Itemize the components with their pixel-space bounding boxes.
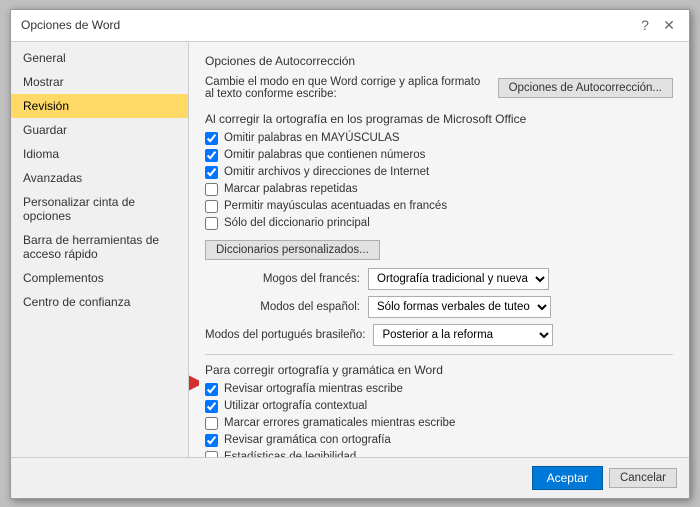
checkbox-revisar_ortografia[interactable] xyxy=(205,383,218,396)
modos-label-1: Modos del español: xyxy=(205,301,360,313)
checkbox-label-permitir_mayusculas: Permitir mayúsculas acentuadas en francé… xyxy=(224,200,447,212)
checkbox-row-revisar_ortografia: Revisar ortografía mientras escribe xyxy=(205,383,673,396)
checkbox-row-marcar_errores: Marcar errores gramaticales mientras esc… xyxy=(205,417,673,430)
checkbox-row-revisar_gramatica: Revisar gramática con ortografía xyxy=(205,434,673,447)
modos-row-1: Modos del español: Sólo formas verbales d… xyxy=(205,296,673,318)
sidebar: GeneralMostrarRevisiónGuardarIdiomaAvanz… xyxy=(11,42,189,457)
checkbox-omitir_mayusculas[interactable] xyxy=(205,132,218,145)
checkbox-row-marcar_repetidas: Marcar palabras repetidas xyxy=(205,183,673,196)
modos-label-2: Modos del portugués brasileño: xyxy=(205,329,365,341)
checkbox-row-utilizar_ortografia: Utilizar ortografía contextual xyxy=(205,400,673,413)
modos-select-1[interactable]: Sólo formas verbales de tuteo xyxy=(368,296,551,318)
sidebar-item-guardar[interactable]: Guardar xyxy=(11,118,188,142)
sidebar-item-avanzadas[interactable]: Avanzadas xyxy=(11,166,188,190)
modos-rows: Mogos del francés: Ortografía tradicional… xyxy=(205,268,673,346)
checkbox-label-solo_diccionario: Sólo del diccionario principal xyxy=(224,217,370,229)
checkbox-label-utilizar_ortografia: Utilizar ortografía contextual xyxy=(224,400,367,412)
checkbox-permitir_mayusculas[interactable] xyxy=(205,200,218,213)
help-button[interactable]: ? xyxy=(635,15,655,35)
autocorr-button[interactable]: Opciones de Autocorrección... xyxy=(498,78,673,98)
autocorr-bar: Cambie el modo en que Word corrige y apl… xyxy=(205,76,673,100)
sidebar-item-personalizar[interactable]: Personalizar cinta de opciones xyxy=(11,190,188,228)
checkbox-label-omitir_internet: Omitir archivos y direcciones de Interne… xyxy=(224,166,429,178)
checkbox-solo_diccionario[interactable] xyxy=(205,217,218,230)
red-arrow-icon xyxy=(189,373,199,393)
checkbox-label-revisar_ortografia: Revisar ortografía mientras escribe xyxy=(224,383,403,395)
divider xyxy=(205,354,673,355)
office-checkboxes: Omitir palabras en MAYÚSCULAS Omitir pala… xyxy=(205,132,673,230)
checkbox-marcar_repetidas[interactable] xyxy=(205,183,218,196)
checkbox-omitir_internet[interactable] xyxy=(205,166,218,179)
checkbox-marcar_errores[interactable] xyxy=(205,417,218,430)
dialog-body: GeneralMostrarRevisiónGuardarIdiomaAvanz… xyxy=(11,42,689,457)
sidebar-item-mostrar[interactable]: Mostrar xyxy=(11,70,188,94)
modos-row-2: Modos del portugués brasileño: Posterior … xyxy=(205,324,673,346)
titlebar: Opciones de Word ? ✕ xyxy=(11,10,689,42)
checkbox-label-omitir_numeros: Omitir palabras que contienen números xyxy=(224,149,425,161)
modos-select-2[interactable]: Posterior a la reforma xyxy=(373,324,553,346)
checkbox-row-omitir_internet: Omitir archivos y direcciones de Interne… xyxy=(205,166,673,179)
dialog-title: Opciones de Word xyxy=(21,18,120,32)
word-section-header: Para corregir ortografía y gramática en … xyxy=(205,363,673,377)
checkbox-row-omitir_mayusculas: Omitir palabras en MAYÚSCULAS xyxy=(205,132,673,145)
modos-select-0[interactable]: Ortografía tradicional y nueva xyxy=(368,268,549,290)
sidebar-item-revision[interactable]: Revisión xyxy=(11,94,188,118)
word-section-container: Para corregir ortografía y gramática en … xyxy=(205,363,673,377)
sidebar-item-confianza[interactable]: Centro de confianza xyxy=(11,290,188,314)
sidebar-item-complementos[interactable]: Complementos xyxy=(11,266,188,290)
checkbox-row-permitir_mayusculas: Permitir mayúsculas acentuadas en francé… xyxy=(205,200,673,213)
checkbox-row-solo_diccionario: Sólo del diccionario principal xyxy=(205,217,673,230)
main-content: Opciones de Autocorrección Cambie el mod… xyxy=(189,42,689,457)
diccionarios-button[interactable]: Diccionarios personalizados... xyxy=(205,240,380,260)
autocorr-desc: Cambie el modo en que Word corrige y apl… xyxy=(205,76,490,100)
checkbox-row-omitir_numeros: Omitir palabras que contienen números xyxy=(205,149,673,162)
checkbox-revisar_gramatica[interactable] xyxy=(205,434,218,447)
checkbox-label-revisar_gramatica: Revisar gramática con ortografía xyxy=(224,434,391,446)
autocorr-section-title: Opciones de Autocorrección xyxy=(205,54,673,68)
titlebar-buttons: ? ✕ xyxy=(635,15,679,35)
aceptar-button[interactable]: Aceptar xyxy=(532,466,603,490)
sidebar-item-idioma[interactable]: Idioma xyxy=(11,142,188,166)
checkbox-label-marcar_repetidas: Marcar palabras repetidas xyxy=(224,183,358,195)
cancelar-button[interactable]: Cancelar xyxy=(609,468,677,488)
close-button[interactable]: ✕ xyxy=(659,15,679,35)
sidebar-item-acceso_rapido[interactable]: Barra de herramientas de acceso rápido xyxy=(11,228,188,266)
checkbox-label-marcar_errores: Marcar errores gramaticales mientras esc… xyxy=(224,417,455,429)
options-dialog: Opciones de Word ? ✕ GeneralMostrarRevis… xyxy=(10,9,690,499)
modos-row-0: Mogos del francés: Ortografía tradicional… xyxy=(205,268,673,290)
word-checkboxes: Revisar ortografía mientras escribe Utili… xyxy=(205,383,673,457)
sidebar-item-general[interactable]: General xyxy=(11,46,188,70)
checkbox-utilizar_ortografia[interactable] xyxy=(205,400,218,413)
office-section-header: Al corregir la ortografía en los program… xyxy=(205,112,673,126)
modos-label-0: Mogos del francés: xyxy=(205,273,360,285)
checkbox-label-omitir_mayusculas: Omitir palabras en MAYÚSCULAS xyxy=(224,132,400,144)
checkbox-omitir_numeros[interactable] xyxy=(205,149,218,162)
dialog-footer: Aceptar Cancelar xyxy=(11,457,689,498)
